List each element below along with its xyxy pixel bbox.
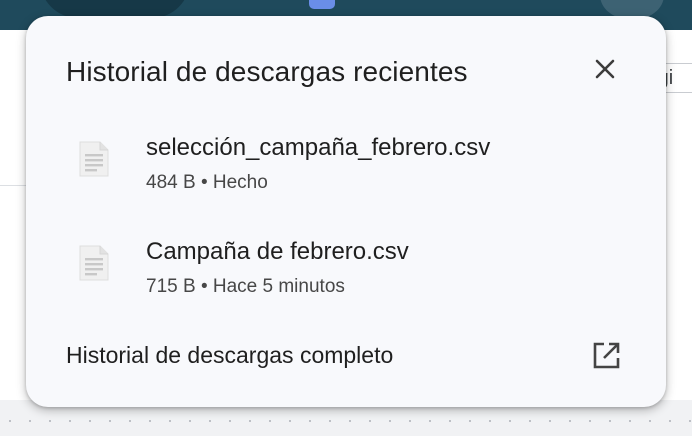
file-meta: 715 B • Hace 5 minutos (146, 276, 345, 298)
close-icon (595, 59, 615, 79)
file-size: 484 B (146, 172, 196, 193)
file-icon (79, 141, 109, 177)
file-status: Hecho (212, 172, 268, 193)
meta-separator: • (200, 276, 208, 297)
full-history-link[interactable]: Historial de descargas completo (66, 342, 393, 369)
file-name: selección_campaña_febrero.csv (146, 134, 491, 161)
download-item[interactable]: selección_campaña_febrero.csv 484 B • He… (66, 134, 626, 214)
file-meta: 484 B • Hecho (146, 172, 268, 194)
file-name: Campaña de febrero.csv (146, 238, 409, 265)
file-status: Hace 5 minutos (212, 276, 345, 297)
meta-separator: • (200, 172, 208, 193)
file-icon (79, 245, 109, 281)
downloads-popup: Historial de descargas recientes selecci… (26, 16, 666, 407)
download-item[interactable]: Campaña de febrero.csv 715 B • Hace 5 mi… (66, 238, 626, 318)
open-in-new-icon (593, 342, 620, 369)
file-size: 715 B (146, 276, 196, 297)
popup-title: Historial de descargas recientes (66, 56, 468, 87)
close-button[interactable] (588, 52, 622, 86)
open-full-history-button[interactable] (588, 338, 624, 374)
dotted-separator (0, 420, 692, 422)
toolbar-indicator (309, 0, 335, 9)
